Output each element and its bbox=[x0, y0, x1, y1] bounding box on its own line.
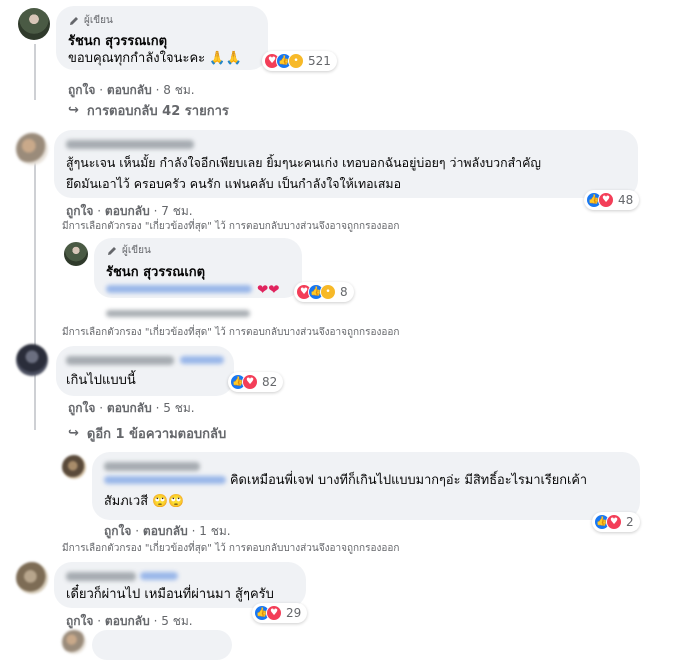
commenter-avatar[interactable] bbox=[16, 344, 48, 376]
pencil-icon bbox=[70, 16, 78, 25]
filter-note: มีการเลือกตัวกรอง "เกี่ยวข้องที่สุด" ไว้… bbox=[62, 327, 400, 338]
mentioned-name-blurred[interactable] bbox=[106, 285, 252, 293]
comment-actions-blurred bbox=[106, 310, 250, 317]
mentioned-name-blurred[interactable] bbox=[104, 476, 226, 484]
comment-time[interactable]: 8 ชม. bbox=[163, 83, 194, 97]
comment-actions: ถูกใจ · ตอบกลับ · 1 ชม. bbox=[104, 522, 231, 541]
commenter-avatar[interactable] bbox=[16, 133, 48, 165]
comment-actions: ถูกใจ · ตอบกลับ · 8 ชม. bbox=[68, 81, 195, 100]
like-button[interactable]: ถูกใจ bbox=[68, 83, 95, 97]
commenter-avatar[interactable] bbox=[16, 562, 48, 594]
reaction-summary[interactable]: 👍 ♥ 48 bbox=[584, 190, 640, 210]
reaction-count: 8 bbox=[340, 285, 348, 299]
mentioned-link-blurred[interactable] bbox=[180, 356, 224, 364]
author-badge-label: ผู้เขียน bbox=[84, 15, 113, 26]
comment-actions: ถูกใจ · ตอบกลับ · 5 ชม. bbox=[68, 399, 195, 418]
view-more-replies-link[interactable]: ↪ ดูอีก 1 ข้อความตอบกลับ bbox=[68, 423, 226, 444]
care-icon: • bbox=[320, 284, 336, 300]
love-icon: ♥ bbox=[242, 374, 258, 390]
view-replies-label: การตอบกลับ 42 รายการ bbox=[86, 104, 229, 119]
separator: · bbox=[99, 83, 104, 97]
reaction-summary[interactable]: 👍 ♥ 82 bbox=[228, 372, 284, 392]
reaction-summary[interactable]: ♥ 👍 • 521 bbox=[262, 51, 337, 71]
reaction-count: 29 bbox=[286, 606, 302, 620]
comment-time[interactable]: 1 ชม. bbox=[199, 524, 230, 538]
separator: · bbox=[153, 204, 158, 218]
commenter-avatar[interactable] bbox=[62, 455, 86, 479]
reaction-summary[interactable]: ♥ 👍 • 8 bbox=[294, 282, 354, 302]
comment-time[interactable]: 5 ชม. bbox=[161, 614, 192, 628]
separator: · bbox=[97, 614, 102, 628]
commenter-name-blurred[interactable] bbox=[66, 140, 194, 149]
commenter-name-blurred[interactable] bbox=[66, 572, 136, 581]
care-icon: • bbox=[288, 53, 304, 69]
comment-text: ❤❤ bbox=[257, 282, 280, 298]
reply-button[interactable]: ตอบกลับ bbox=[107, 83, 152, 97]
love-icon: ♥ bbox=[598, 192, 614, 208]
comment-text: เดี๋ยวก็ผ่านไป เหมือนที่ผ่านมา สู้ๆครับ bbox=[66, 587, 274, 602]
author-avatar[interactable] bbox=[18, 8, 50, 40]
view-replies-label: ดูอีก 1 ข้อความตอบกลับ bbox=[86, 427, 227, 442]
reaction-count: 48 bbox=[618, 193, 634, 207]
commenter-name[interactable]: รัชนก สุวรรณเกตุ bbox=[106, 261, 205, 282]
comment-text: ขอบคุณทุกกำลังใจนะคะ 🙏🙏 bbox=[68, 51, 242, 66]
separator: · bbox=[155, 83, 160, 97]
author-badge: ผู้เขียน bbox=[68, 13, 113, 28]
reaction-summary[interactable]: 👍 ♥ 29 bbox=[252, 603, 308, 623]
like-button[interactable]: ถูกใจ bbox=[104, 524, 131, 538]
commenter-name-blurred[interactable] bbox=[66, 356, 174, 365]
commenter-name-blurred[interactable] bbox=[104, 462, 200, 471]
love-icon: ♥ bbox=[266, 605, 282, 621]
author-badge: ผู้เขียน bbox=[106, 243, 151, 258]
love-icon: ♥ bbox=[606, 514, 622, 530]
separator: · bbox=[99, 401, 104, 415]
filter-note: มีการเลือกตัวกรอง "เกี่ยวข้องที่สุด" ไว้… bbox=[62, 221, 400, 232]
reply-arrow-icon: ↪ bbox=[68, 426, 79, 441]
reaction-count: 521 bbox=[308, 54, 331, 68]
reaction-count: 82 bbox=[262, 375, 278, 389]
reaction-count: 2 bbox=[626, 515, 634, 529]
like-button[interactable]: ถูกใจ bbox=[66, 204, 93, 218]
thread-line bbox=[34, 374, 36, 430]
separator: · bbox=[191, 524, 196, 538]
reply-arrow-icon: ↪ bbox=[68, 103, 79, 118]
reaction-summary[interactable]: 👍 ♥ 2 bbox=[592, 512, 640, 532]
author-badge-label: ผู้เขียน bbox=[122, 245, 151, 256]
separator: · bbox=[153, 614, 158, 628]
comment-time[interactable]: 7 ชม. bbox=[161, 204, 192, 218]
reply-button[interactable]: ตอบกลับ bbox=[143, 524, 188, 538]
comment-actions: ถูกใจ · ตอบกลับ · 5 ชม. bbox=[66, 612, 193, 631]
mentioned-link-blurred[interactable] bbox=[140, 572, 178, 580]
commenter-avatar[interactable] bbox=[62, 630, 86, 654]
comment-time[interactable]: 5 ชม. bbox=[163, 401, 194, 415]
reply-button[interactable]: ตอบกลับ bbox=[105, 614, 150, 628]
pencil-icon bbox=[108, 246, 116, 255]
separator: · bbox=[97, 204, 102, 218]
comment-text-line: สู้ๆนะเจน เห็นมั้ย กำลังใจอีกเพียบเลย ยิ… bbox=[66, 155, 541, 170]
separator: · bbox=[155, 401, 160, 415]
comment-text-line: ยึดมันเอาไว้ ครอบครัว คนรัก แฟนคลับ เป็น… bbox=[66, 176, 402, 191]
comment-text-line: คิดเหมือนพี่เจฟ บางทีก็เกินไปแบบมากๆอ่ะ … bbox=[230, 473, 588, 488]
comment-text: เกินไปแบบนี้ bbox=[66, 373, 136, 388]
reply-button[interactable]: ตอบกลับ bbox=[105, 204, 150, 218]
reply-button[interactable]: ตอบกลับ bbox=[107, 401, 152, 415]
author-avatar[interactable] bbox=[64, 242, 88, 266]
comment-bubble-partial bbox=[92, 630, 232, 660]
filter-note: มีการเลือกตัวกรอง "เกี่ยวข้องที่สุด" ไว้… bbox=[62, 543, 400, 554]
like-button[interactable]: ถูกใจ bbox=[66, 614, 93, 628]
comment-text-line: สัมภเวสี 🙄🙄 bbox=[104, 494, 184, 509]
view-replies-link[interactable]: ↪ การตอบกลับ 42 รายการ bbox=[68, 100, 229, 121]
thread-line bbox=[34, 44, 36, 100]
like-button[interactable]: ถูกใจ bbox=[68, 401, 95, 415]
separator: · bbox=[135, 524, 140, 538]
